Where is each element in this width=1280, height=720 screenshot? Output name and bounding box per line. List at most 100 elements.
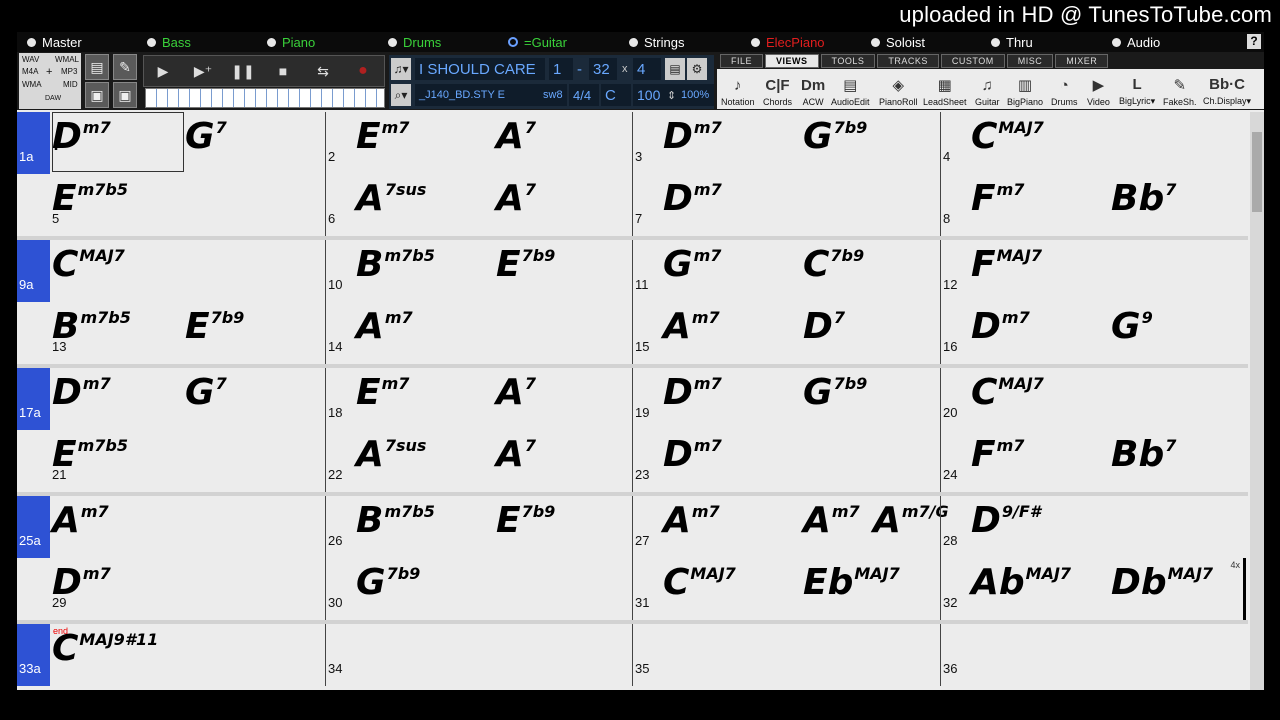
bar-cell[interactable]: 24 Fm7 Bb7 (940, 430, 1248, 492)
tab-tools[interactable]: TOOLS (820, 54, 876, 68)
bar-cell[interactable]: 6 A7sus A7 (325, 174, 632, 236)
bar-cell[interactable]: CMAJ9#11 (50, 624, 325, 686)
bar-cell[interactable]: 31 CMAJ7 EbMAJ7 (632, 558, 940, 620)
bigpiano-button[interactable]: ▥ BigPiano (1007, 69, 1043, 109)
chord-symbol[interactable]: A7 (496, 434, 536, 475)
chord-symbol[interactable]: Am7 (356, 306, 413, 347)
chord-symbol[interactable]: D7 (803, 306, 845, 347)
fakesheet-button[interactable]: ✎ FakeSh. (1163, 69, 1197, 109)
chord-symbol[interactable]: Am7 (663, 500, 720, 541)
pianoroll-button[interactable]: ◈ PianoRoll (879, 69, 918, 109)
bar-cell[interactable]: 15 Am7 D7 (632, 302, 940, 364)
bar-cell[interactable]: 34 (325, 624, 632, 686)
chord-symbol[interactable]: Bm7b5 (52, 306, 131, 347)
radio-dot-icon[interactable] (751, 37, 760, 47)
chord-symbol[interactable]: Am7 (803, 500, 860, 541)
chords-button[interactable]: C|F Chords (763, 69, 792, 109)
biglyric-button[interactable]: L BigLyric▾ (1119, 69, 1155, 109)
chord-symbol[interactable]: Am7/G (873, 500, 949, 541)
chord-symbol[interactable]: Em7b5 (52, 178, 128, 219)
chord-symbol[interactable]: G7 (185, 372, 227, 413)
chord-symbol[interactable]: CMAJ7 (971, 116, 1044, 157)
chord-symbol[interactable]: E7b9 (496, 244, 555, 285)
start-bar-field[interactable]: 1 (549, 58, 573, 80)
section-marker[interactable]: 1a (17, 112, 50, 174)
bar-cell[interactable]: 12 FMAJ7 (940, 240, 1248, 302)
song-notes-icon[interactable]: ▤ (665, 58, 685, 80)
tempo-field[interactable]: 100 (633, 84, 667, 106)
bar-cell[interactable]: 11 Gm7 C7b9 (632, 240, 940, 302)
chord-symbol[interactable]: Dm7 (663, 434, 722, 475)
chord-symbol[interactable]: A7 (496, 116, 536, 157)
bar-cell[interactable]: 20 CMAJ7 (940, 368, 1248, 430)
time-signature-field[interactable]: 4/4 (569, 84, 599, 106)
bar-cell[interactable]: 22 A7sus A7 (325, 430, 632, 492)
bar-cell[interactable]: 32 AbMAJ7 DbMAJ7 (940, 558, 1248, 620)
format-daw[interactable]: DAW (45, 95, 61, 102)
end-bar-field[interactable]: 32 (589, 58, 617, 80)
chord-symbol[interactable]: G7b9 (356, 562, 420, 603)
bar-cell[interactable]: 27 Am7 Am7 Am7/G (632, 496, 949, 558)
chord-symbol[interactable]: Bm7b5 (356, 244, 435, 285)
bar-cell[interactable]: 8 Fm7 Bb7 (940, 174, 1248, 236)
chord-symbol[interactable]: CMAJ7 (971, 372, 1044, 413)
section-marker[interactable]: 9a (17, 240, 50, 302)
chord-symbol[interactable]: Em7 (356, 116, 409, 157)
key-field[interactable]: C (601, 84, 631, 106)
bar-cell[interactable]: 26 Bm7b5 E7b9 (325, 496, 632, 558)
bar-cell[interactable]: 18 Em7 A7 (325, 368, 632, 430)
chord-symbol[interactable]: Dm7 (52, 372, 111, 413)
choruses-field[interactable]: 4 (633, 58, 661, 80)
track-thru[interactable]: Thru (991, 32, 1033, 52)
record-button[interactable]: ● (344, 56, 382, 86)
chord-symbol[interactable]: Em7 (356, 372, 409, 413)
chord-symbol[interactable]: G7 (185, 116, 227, 157)
chord-symbol[interactable]: Dm7 (663, 372, 722, 413)
track-guitar[interactable]: =Guitar (508, 32, 567, 52)
chord-symbol[interactable]: Gm7 (663, 244, 721, 285)
render-formats-panel[interactable]: WAV WMAL M4A + MP3 WMA MID DAW (19, 53, 81, 109)
radio-dot-icon[interactable] (508, 37, 518, 47)
bar-cell[interactable]: 23 Dm7 (632, 430, 940, 492)
chord-symbol[interactable]: CMAJ7 (52, 244, 125, 285)
radio-dot-icon[interactable] (147, 37, 156, 47)
chord-symbol[interactable]: Fm7 (971, 178, 1024, 219)
style-picker-icon[interactable]: ✎ (113, 54, 137, 80)
section-marker[interactable]: 25a (17, 496, 50, 558)
feel-field[interactable]: sw8 (539, 84, 567, 106)
chord-symbol[interactable]: Dm7 (663, 116, 722, 157)
chord-symbol[interactable]: Em7b5 (52, 434, 128, 475)
bar-cell[interactable]: Am7 (50, 496, 325, 558)
chord-symbol[interactable]: A7 (496, 178, 536, 219)
chord-sheet-scrollbar[interactable] (1250, 112, 1264, 690)
song-settings-icon[interactable]: ⚙ (687, 58, 707, 80)
chord-symbol[interactable]: E7b9 (185, 306, 244, 347)
radio-dot-icon[interactable] (267, 37, 276, 47)
chord-symbol[interactable]: Fm7 (971, 434, 1024, 475)
bar-cell[interactable]: 3 Dm7 G7b9 (632, 112, 940, 174)
chord-symbol[interactable]: G9 (1111, 306, 1153, 347)
chord-symbol[interactable]: A7sus (356, 434, 426, 475)
track-drums[interactable]: Drums (388, 32, 441, 52)
chord-symbol[interactable]: Dm7 (663, 178, 722, 219)
chord-sheet[interactable]: 1a Dm7 G7 2 Em7 A7 3 Dm7 G7b9 4 CMAJ7:5 Em7b5 6 A7sus… (17, 112, 1264, 690)
track-bass[interactable]: Bass (147, 32, 191, 52)
tab-misc[interactable]: MISC (1006, 54, 1054, 68)
style-field[interactable]: _J140_BD.STY E (415, 84, 539, 106)
chord-symbol[interactable]: DbMAJ7 (1111, 562, 1213, 603)
chord-symbol[interactable]: Bb7 (1111, 178, 1176, 219)
bar-cell[interactable]: 10 Bm7b5 E7b9 (325, 240, 632, 302)
tab-file[interactable]: FILE (720, 54, 764, 68)
bar-cell[interactable]: 35 (632, 624, 940, 686)
save-icon[interactable]: ▣ (85, 82, 109, 108)
chord-display-button[interactable]: Bb·C Ch.Display▾ (1203, 69, 1251, 109)
bar-cell[interactable]: 29 Dm7 (50, 558, 325, 620)
open-folder-icon[interactable]: ▤ (85, 54, 109, 80)
chord-symbol[interactable]: CMAJ7 (663, 562, 736, 603)
tab-custom[interactable]: CUSTOM (940, 54, 1005, 68)
bar-cell[interactable]: 21 Em7b5 (50, 430, 325, 492)
chord-symbol[interactable]: Bm7b5 (356, 500, 435, 541)
track-audio[interactable]: Audio (1112, 32, 1160, 52)
chord-symbol[interactable]: Dm7 (52, 562, 111, 603)
play-from-bar-button[interactable]: ▶⁺ (184, 56, 222, 86)
